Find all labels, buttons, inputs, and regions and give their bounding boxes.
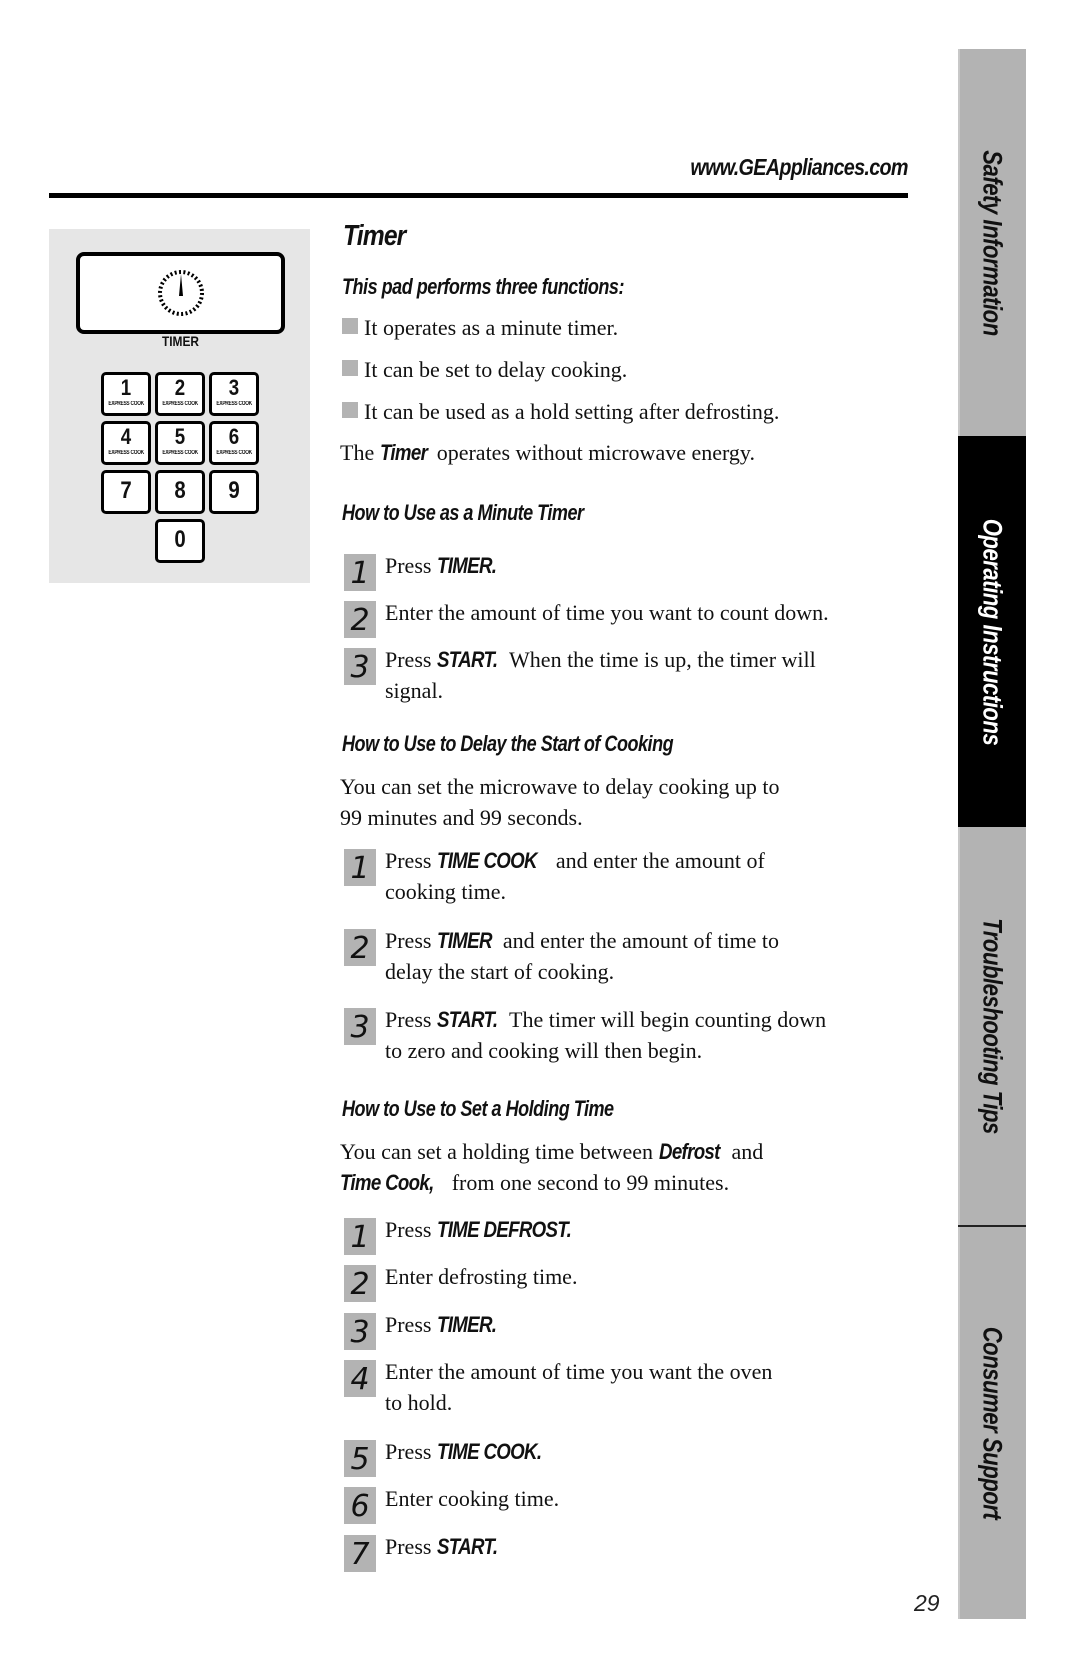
key-sublabel: EXPRESS COOK	[216, 401, 252, 407]
key-number: 6	[228, 424, 240, 449]
keypad-key: 9	[209, 470, 259, 514]
key-number: 2	[174, 375, 186, 400]
holding-time-intro: You can set a holding time between Defro…	[340, 1139, 764, 1164]
step-text: Enter the amount of time you want to cou…	[385, 600, 829, 625]
step-number-badge: 2	[344, 929, 376, 966]
step-number-badge: 4	[344, 1360, 376, 1397]
step-number-badge: 5	[344, 1440, 376, 1477]
page-title: Timer	[343, 220, 406, 252]
square-bullet-icon	[342, 318, 358, 334]
keypad-key: 2 EXPRESS COOK	[155, 372, 205, 416]
step-text-line2: to hold.	[385, 1390, 453, 1415]
key-sublabel: EXPRESS COOK	[162, 450, 198, 456]
page-number: 29	[914, 1590, 940, 1616]
step-text-line2: to zero and cooking will then begin.	[385, 1038, 703, 1063]
key-number: 8	[174, 477, 186, 504]
key-sublabel: EXPRESS COOK	[216, 450, 252, 456]
step-number-badge: 3	[344, 1313, 376, 1350]
step-text-line2: signal.	[385, 678, 444, 703]
step-text: Press TIME COOK and enter the amount of c…	[385, 845, 765, 907]
step-number-badge: 6	[344, 1487, 376, 1524]
step-text-line2: cooking time.	[385, 879, 506, 904]
step-text: Press START.	[385, 1534, 498, 1559]
key-number: 1	[120, 375, 132, 400]
header-rule	[49, 193, 908, 198]
step-text: Press TIME DEFROST.	[385, 1217, 572, 1242]
step-number-badge: 1	[344, 554, 376, 591]
step-text: Press START. When the time is up, the ti…	[385, 644, 816, 706]
timer-pad-button	[76, 252, 285, 334]
key-number: 5	[174, 424, 186, 449]
timer-note: The Timer operates without microwave ene…	[340, 440, 755, 465]
intro-heading: This pad performs three functions:	[342, 274, 624, 299]
holding-time-intro-line2: Time Cook, from one second to 99 minutes…	[340, 1170, 730, 1195]
bullet-item: It can be used as a hold setting after d…	[342, 399, 779, 425]
step-text: Press TIME COOK.	[385, 1439, 542, 1464]
step-text: Press TIMER.	[385, 553, 497, 578]
keypad-key: 5 EXPRESS COOK	[155, 421, 205, 465]
keypad-key: 6 EXPRESS COOK	[209, 421, 259, 465]
key-number: 7	[120, 477, 132, 504]
sidebar-tab-safety-information[interactable]: Safety Information	[958, 49, 1026, 436]
bullet-item: It can be set to delay cooking.	[342, 357, 627, 383]
step-number-badge: 2	[344, 1265, 376, 1302]
delay-start-intro: You can set the microwave to delay cooki…	[340, 774, 780, 799]
step-number-badge: 1	[344, 849, 376, 886]
key-sublabel: EXPRESS COOK	[108, 450, 144, 456]
step-text-line2: delay the start of cooking.	[385, 959, 615, 984]
step-number-badge: 2	[344, 601, 376, 638]
minute-timer-heading: How to Use as a Minute Timer	[342, 500, 584, 525]
keypad-key: 7	[101, 470, 151, 514]
key-number: 4	[120, 424, 132, 449]
keypad-key: 1 EXPRESS COOK	[101, 372, 151, 416]
sidebar-tab-consumer-support[interactable]: Consumer Support	[958, 1227, 1026, 1619]
square-bullet-icon	[342, 402, 358, 418]
key-sublabel: EXPRESS COOK	[162, 401, 198, 407]
timer-pad-label: TIMER	[161, 333, 200, 349]
key-number: 3	[228, 375, 240, 400]
website-url: www.GEAppliances.com	[690, 154, 909, 180]
step-text: Enter cooking time.	[385, 1486, 560, 1511]
step-text: Enter the amount of time you want the ov…	[385, 1356, 772, 1418]
keypad-key: 4 EXPRESS COOK	[101, 421, 151, 465]
sidebar-tab-troubleshooting-tips[interactable]: Troubleshooting Tips	[958, 827, 1026, 1225]
step-text: Press TIMER and enter the amount of time…	[385, 925, 779, 987]
key-number: 9	[228, 477, 240, 504]
step-text: Enter defrosting time.	[385, 1264, 578, 1289]
keypad-key: 3 EXPRESS COOK	[209, 372, 259, 416]
keypad-key: 8	[155, 470, 205, 514]
sidebar-tab-operating-instructions[interactable]: Operating Instructions	[958, 436, 1026, 827]
bullet-item: It operates as a minute timer.	[342, 315, 618, 341]
step-number-badge: 3	[344, 1008, 376, 1045]
step-number-badge: 1	[344, 1218, 376, 1255]
step-text: Press TIMER.	[385, 1312, 497, 1337]
delay-start-heading: How to Use to Delay the Start of Cooking	[342, 731, 674, 756]
step-number-badge: 7	[344, 1535, 376, 1572]
key-sublabel: EXPRESS COOK	[108, 401, 144, 407]
step-number-badge: 3	[344, 648, 376, 685]
clock-dial-icon	[158, 270, 204, 316]
key-number: 0	[174, 526, 186, 553]
holding-time-heading: How to Use to Set a Holding Time	[342, 1096, 614, 1121]
step-text: Press START. The timer will begin counti…	[385, 1004, 826, 1066]
square-bullet-icon	[342, 360, 358, 376]
keypad-key: 0	[155, 519, 205, 563]
delay-start-intro-line2: 99 minutes and 99 seconds.	[340, 805, 583, 830]
